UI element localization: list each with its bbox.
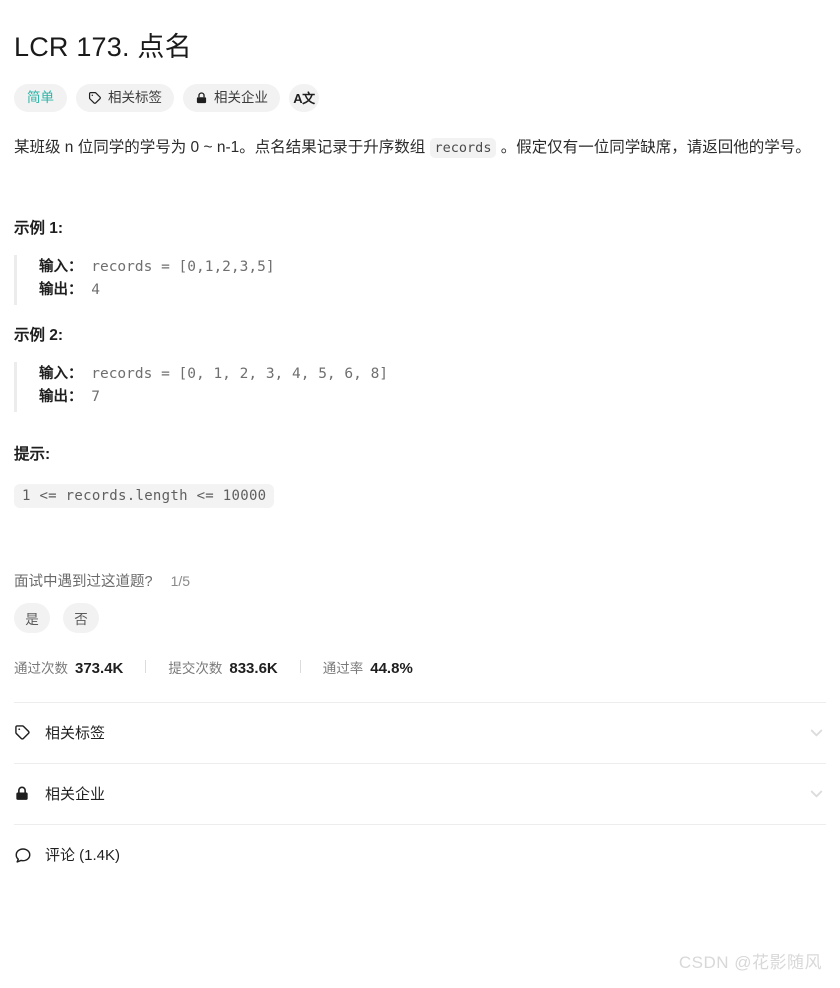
lock-icon <box>14 785 36 802</box>
inline-code-records: records <box>429 138 497 159</box>
example-input-value: records = [0, 1, 2, 3, 4, 5, 6, 8] <box>82 365 389 382</box>
survey-question-row: 面试中遇到过这道题? 1/5 <box>14 570 826 591</box>
survey-no-button[interactable]: 否 <box>63 602 99 633</box>
example-output-label: 输出： <box>39 282 83 299</box>
hints-heading: 提示: <box>14 445 51 463</box>
stats-row: 通过次数 373.4K 提交次数 833.6K 通过率 44.8% <box>14 657 826 677</box>
stat-value: 833.6K <box>229 659 278 677</box>
example-code: 输入： records = [0,1,2,3,5] 输出： 4 <box>14 254 826 305</box>
interview-survey: 面试中遇到过这道题? 1/5 是 否 <box>14 570 826 633</box>
difficulty-label: 简单 <box>27 90 54 106</box>
page-title: LCR 173. 点名 <box>14 32 192 62</box>
example-input-label: 输入： <box>39 258 83 275</box>
translate-icon[interactable]: A文 <box>289 84 319 113</box>
example-output-value: 7 <box>82 389 100 406</box>
description-part-1: 某班级 n 位同学的学号为 0 ~ n-1。点名结果记录于升序数组 <box>14 139 430 157</box>
section-label: 相关标签 <box>45 725 106 743</box>
example-heading: 示例 2: <box>14 326 64 344</box>
hints-block: 提示: 1 <= records.length <= 10000 <box>14 442 826 508</box>
chevron-down-icon[interactable] <box>807 784 826 803</box>
stat-label: 通过次数 <box>14 660 68 676</box>
stat-value: 44.8% <box>370 659 413 677</box>
related-companies-badge[interactable]: 相关企业 <box>183 84 280 113</box>
stat-divider <box>145 660 147 674</box>
stat-divider <box>299 660 301 674</box>
watermark: CSDN @花影随风 <box>678 953 822 972</box>
example-block-2: 示例 2: 输入： records = [0, 1, 2, 3, 4, 5, 6… <box>14 323 826 412</box>
difficulty-badge[interactable]: 简单 <box>14 84 67 113</box>
tag-icon <box>88 91 102 105</box>
lock-icon <box>195 91 208 105</box>
hint-code-chip: 1 <= records.length <= 10000 <box>14 483 275 508</box>
stat-accepted: 通过次数 373.4K <box>14 657 123 677</box>
collapsible-sections: 相关标签 相关企业 评论 (1.4K) <box>14 701 826 885</box>
example-heading: 示例 1: <box>14 219 64 237</box>
tag-icon <box>14 724 36 741</box>
translate-icon-label: A文 <box>293 90 315 106</box>
chevron-down-icon[interactable] <box>807 723 826 742</box>
badge-row: 简单 相关标签 相关企业 A文 <box>14 84 826 113</box>
description-part-2: 。假定仅有一位同学缺席，请返回他的学号。 <box>496 139 811 157</box>
section-related-companies[interactable]: 相关企业 <box>14 762 826 824</box>
related-tags-badge[interactable]: 相关标签 <box>76 84 174 113</box>
survey-buttons: 是 否 <box>14 602 826 633</box>
section-comments[interactable]: 评论 (1.4K) <box>14 823 826 885</box>
related-companies-label: 相关企业 <box>214 90 268 106</box>
stat-value: 373.4K <box>75 659 124 677</box>
example-block-1: 示例 1: 输入： records = [0,1,2,3,5] 输出： 4 <box>14 216 826 305</box>
section-related-tags[interactable]: 相关标签 <box>14 701 826 763</box>
survey-question: 面试中遇到过这道题? <box>14 573 153 590</box>
example-output-label: 输出： <box>39 389 83 406</box>
stat-label: 提交次数 <box>168 660 223 676</box>
stat-submissions: 提交次数 833.6K <box>168 657 277 677</box>
section-label: 相关企业 <box>45 786 106 804</box>
example-output-value: 4 <box>82 282 100 299</box>
stat-acceptance-rate: 通过率 44.8% <box>323 657 413 677</box>
survey-yes-button[interactable]: 是 <box>14 602 50 633</box>
example-input-value: records = [0,1,2,3,5] <box>82 258 275 275</box>
comment-icon <box>14 846 36 864</box>
problem-description: 某班级 n 位同学的学号为 0 ~ n-1。点名结果记录于升序数组 record… <box>14 135 826 162</box>
example-code: 输入： records = [0, 1, 2, 3, 4, 5, 6, 8] 输… <box>14 361 826 412</box>
problem-page: LCR 173. 点名 简单 相关标签 相关企业 A文 某班级 n 位同学的学号… <box>0 0 840 988</box>
stat-label: 通过率 <box>322 660 364 676</box>
section-label: 评论 (1.4K) <box>45 847 121 865</box>
example-input-label: 输入： <box>39 365 83 382</box>
related-tags-label: 相关标签 <box>108 90 162 106</box>
survey-count: 1/5 <box>170 572 191 589</box>
